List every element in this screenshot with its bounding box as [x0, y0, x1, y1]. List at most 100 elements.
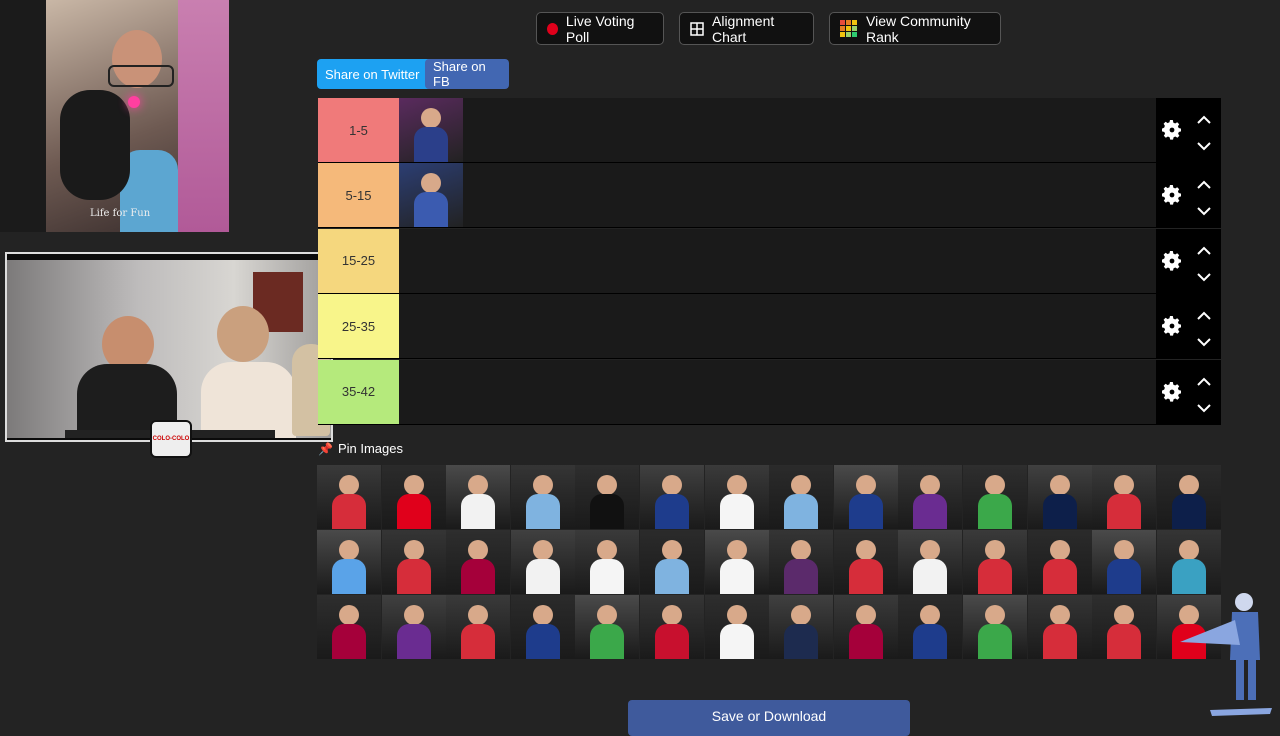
player-image[interactable] — [898, 530, 963, 594]
player-image[interactable] — [446, 530, 511, 594]
live-voting-poll-label: Live Voting Poll — [565, 12, 635, 45]
player-image[interactable] — [510, 530, 575, 594]
image-pool — [317, 465, 1221, 660]
gear-icon[interactable] — [1160, 183, 1184, 207]
pin-images-toggle[interactable]: 📌 Pin Images — [318, 441, 403, 456]
player-image[interactable] — [963, 530, 1027, 594]
player-image[interactable] — [1027, 595, 1092, 659]
player-image[interactable] — [833, 465, 898, 529]
save-or-download-button[interactable]: Save or Download — [628, 700, 910, 736]
grid-icon — [690, 21, 704, 36]
player-image[interactable] — [898, 465, 963, 529]
tier-row: 5-15 — [318, 163, 1221, 229]
share-twitter-button[interactable]: Share on Twitter — [317, 59, 437, 89]
chevron-up-icon[interactable] — [1196, 308, 1212, 320]
view-community-rank-label: View Community Rank — [866, 12, 971, 45]
player-image[interactable] — [399, 163, 463, 228]
player-image[interactable] — [1156, 530, 1221, 594]
record-dot-icon — [547, 22, 558, 35]
chevron-down-icon[interactable] — [1196, 138, 1212, 151]
player-image[interactable] — [381, 530, 446, 594]
tier-row: 35-42 — [318, 359, 1221, 425]
player-image[interactable] — [1092, 530, 1157, 594]
tier-row: 25-35 — [318, 294, 1221, 360]
pin-images-label: Pin Images — [337, 441, 403, 456]
tier-drop-area[interactable] — [399, 98, 1156, 162]
player-image[interactable] — [317, 530, 381, 594]
player-image[interactable] — [510, 595, 575, 659]
tier-controls — [1156, 294, 1221, 359]
player-image[interactable] — [1027, 465, 1092, 529]
player-image[interactable] — [769, 465, 834, 529]
alignment-chart-button[interactable]: Alignment Chart — [679, 12, 814, 45]
tier-row: 15-25 — [318, 228, 1221, 294]
chevron-up-icon[interactable] — [1196, 112, 1212, 124]
tier-controls — [1156, 228, 1221, 293]
tier-row: 1-5 — [318, 98, 1221, 163]
player-image[interactable] — [640, 465, 704, 529]
tier-drop-area[interactable] — [399, 228, 1156, 293]
player-image[interactable] — [833, 530, 898, 594]
player-image[interactable] — [381, 465, 446, 529]
tier-drop-area[interactable] — [399, 294, 1156, 359]
player-image[interactable] — [575, 465, 640, 529]
gear-icon[interactable] — [1160, 249, 1184, 273]
player-image[interactable] — [769, 595, 834, 659]
player-image[interactable] — [640, 595, 704, 659]
player-image[interactable] — [317, 465, 381, 529]
player-image[interactable] — [381, 595, 446, 659]
tier-label[interactable]: 25-35 — [318, 294, 399, 359]
player-image[interactable] — [446, 465, 511, 529]
chevron-down-icon[interactable] — [1196, 400, 1212, 413]
player-image[interactable] — [575, 595, 640, 659]
cam-caption: Life for Fun — [90, 208, 151, 219]
tier-label[interactable]: 15-25 — [318, 228, 399, 293]
player-image[interactable] — [317, 595, 381, 659]
player-image[interactable] — [510, 465, 575, 529]
gear-icon[interactable] — [1160, 380, 1184, 404]
player-image[interactable] — [446, 595, 511, 659]
share-fb-button[interactable]: Share on FB — [425, 59, 509, 89]
chevron-down-icon[interactable] — [1196, 334, 1212, 347]
player-image[interactable] — [1156, 465, 1221, 529]
chevron-up-icon[interactable] — [1196, 243, 1212, 255]
tier-label[interactable]: 1-5 — [318, 98, 399, 162]
chevron-up-icon[interactable] — [1196, 177, 1212, 190]
alignment-chart-label: Alignment Chart — [712, 12, 775, 45]
knight-mascot — [1180, 590, 1280, 720]
webcam-overlay-top: Life for Fun — [0, 0, 229, 232]
tier-label[interactable]: 5-15 — [318, 163, 399, 228]
chevron-down-icon[interactable] — [1196, 269, 1212, 282]
chevron-down-icon[interactable] — [1196, 203, 1212, 216]
player-image[interactable] — [640, 530, 704, 594]
player-image[interactable] — [1092, 595, 1157, 659]
player-image[interactable] — [399, 98, 463, 162]
tier-drop-area[interactable] — [399, 359, 1156, 424]
player-image[interactable] — [963, 595, 1027, 659]
player-image[interactable] — [575, 530, 640, 594]
player-image[interactable] — [704, 465, 769, 529]
tier-controls — [1156, 98, 1221, 162]
player-image[interactable] — [704, 530, 769, 594]
gear-icon[interactable] — [1160, 118, 1184, 142]
player-image[interactable] — [1092, 465, 1157, 529]
heatmap-grid-icon — [840, 19, 858, 38]
live-voting-poll-button[interactable]: Live Voting Poll — [536, 12, 664, 45]
team-badge-text: COLO-COLO — [152, 436, 190, 442]
tier-controls — [1156, 163, 1221, 228]
player-image[interactable] — [704, 595, 769, 659]
tier-drop-area[interactable] — [399, 163, 1156, 228]
team-badge: COLO-COLO — [150, 420, 192, 458]
webcam-overlay-bottom — [5, 252, 333, 442]
player-image[interactable] — [833, 595, 898, 659]
player-image[interactable] — [769, 530, 834, 594]
chevron-up-icon[interactable] — [1196, 374, 1212, 386]
player-image[interactable] — [898, 595, 963, 659]
tier-controls — [1156, 359, 1221, 424]
pushpin-icon: 📌 — [318, 441, 333, 456]
player-image[interactable] — [1027, 530, 1092, 594]
view-community-rank-button[interactable]: View Community Rank — [829, 12, 1001, 45]
gear-icon[interactable] — [1160, 314, 1184, 338]
tier-label[interactable]: 35-42 — [318, 359, 399, 424]
player-image[interactable] — [963, 465, 1027, 529]
